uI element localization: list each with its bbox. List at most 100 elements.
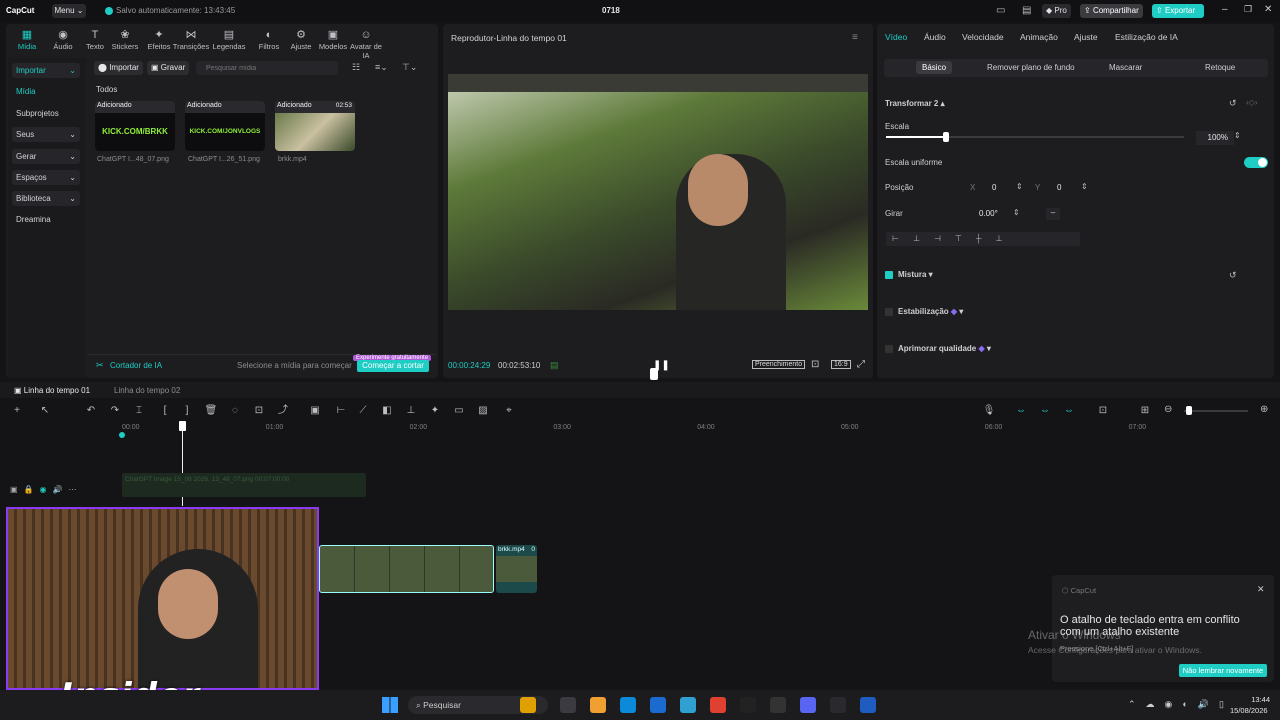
prop-tab-3[interactable]: Animação [1020,32,1058,42]
fullscreen-icon[interactable]: ⤢ [857,359,865,370]
toolbar-item-6[interactable]: ▤ Legendas [210,28,248,51]
timeline-tool-icon-8[interactable]: ◌ [228,404,242,418]
prop-tab-1[interactable]: Áudio [924,32,946,42]
taskbar-app-icon-9[interactable] [800,697,816,713]
y-stepper[interactable]: ⇕ [1081,182,1088,191]
timeline-right-icon-3[interactable]: ⇔ [1062,404,1076,418]
filter-icon[interactable]: ⊤⌄ [402,62,417,73]
player-menu-icon[interactable]: ≡ [852,32,858,43]
timeline-right-icon-2[interactable]: ⇔ [1038,404,1052,418]
start-icon[interactable] [382,697,398,713]
timeline-right-icon-5[interactable]: ⊞ [1138,404,1152,418]
prop-tab-0[interactable]: Vídeo [885,32,907,42]
in-marker[interactable] [119,432,125,438]
subtab-0[interactable]: Básico [916,61,953,74]
taskbar-app-icon-11[interactable] [860,697,876,713]
scale-handle[interactable] [942,132,949,142]
rotate-stepper[interactable]: ⇕ [1013,208,1020,217]
transform-heading[interactable]: Transformar 2 ▴ [885,99,945,108]
timeline-tool-icon-7[interactable]: 🗑 [204,404,218,418]
enhance-checkbox[interactable] [885,345,893,353]
stabilize-checkbox[interactable] [885,308,893,316]
image-clip[interactable]: ChatGPT Image 15_08 2026, 13_48_07.png 0… [122,473,366,497]
timeline-tool-icon-10[interactable]: ⤴ [276,404,290,418]
blend-checkbox[interactable] [885,271,893,279]
timeline-tool-icon-13[interactable]: ⟋ [356,404,370,418]
taskbar-app-icon-10[interactable] [830,697,846,713]
sidebar-item-5[interactable]: Espaços ⌄ [12,170,80,185]
search-input[interactable] [196,61,338,75]
timeline-tool-icon-9[interactable]: ⊡ [252,404,266,418]
media-card-1[interactable]: Adicionado KICK.COM/BRKK [95,101,175,151]
video-clip-2[interactable]: brkk.mp4 0 [496,545,537,593]
toast-dismiss-button[interactable]: Não lembrar novamente [1179,664,1267,677]
taskbar-app-icon-7[interactable] [740,697,756,713]
timeline-tool-icon-19[interactable]: ⌖ [502,404,516,418]
timeline-tool-icon-4[interactable]: ⌶ [132,404,146,418]
clock-date[interactable]: 15/08/2026 [1230,706,1268,715]
scale-slider[interactable] [886,136,1184,138]
timeline-tool-icon-14[interactable]: ◧ [380,404,394,418]
timeline-tool-icon-5[interactable]: [ [158,404,172,418]
timeline-tool-icon-11[interactable]: ▣ [308,404,322,418]
reset-icon[interactable]: ↺ [1229,98,1237,109]
tray-icons[interactable]: ⌃☁◉◐🔊▯ [1128,699,1234,710]
share-button[interactable]: ⇪ Compartilhar [1080,4,1143,18]
timeline-tool-icon-2[interactable]: ↶ [84,404,98,418]
timeline-tool-icon-3[interactable]: ↷ [108,404,122,418]
prop-tab-2[interactable]: Velocidade [962,32,1004,42]
timeline-tool-icon-15[interactable]: ⊥ [404,404,418,418]
taskbar-app-icon-0[interactable] [520,697,536,713]
scale-value[interactable]: 100% [1196,131,1234,145]
timeline-right-icon-1[interactable]: ⇔ [1014,404,1028,418]
timeline-tab-1[interactable]: ▣ Linha do tempo 01 [14,386,90,395]
media-card-2[interactable]: Adicionado KICK.COM/JONVLOGS [185,101,265,151]
taskbar-app-icon-1[interactable] [560,697,576,713]
toolbar-item-0[interactable]: ▦ Mídia [8,28,46,51]
timeline-tool-icon-16[interactable]: ✦ [428,404,442,418]
ratio-button[interactable]: 16:9 [831,360,851,369]
keyframe-icon[interactable]: ‹◇› [1246,98,1257,107]
clock-time[interactable]: 13:44 [1250,695,1270,704]
close-icon[interactable]: ✕ [1264,4,1272,15]
video-preview[interactable] [448,74,868,310]
maximize-icon[interactable]: ❐ [1244,4,1252,15]
timeline-tool-icon-17[interactable]: ▭ [452,404,466,418]
screen-icon[interactable]: ▤ [1022,5,1031,16]
sidebar-item-0[interactable]: Importar ⌄ [12,63,80,78]
sidebar-item-4[interactable]: Gerar ⌄ [12,149,80,164]
pro-button[interactable]: ◆ Pro [1042,4,1071,18]
subtab-3[interactable]: Retoque [1205,63,1235,72]
taskbar-app-icon-4[interactable] [650,697,666,713]
x-stepper[interactable]: ⇕ [1016,182,1023,191]
video-clip[interactable] [319,545,494,593]
start-cut-button[interactable]: Começar a cortar [357,360,429,372]
subtab-1[interactable]: Remover plano de fundo [987,63,1075,72]
sidebar-item-6[interactable]: Biblioteca ⌄ [12,191,80,206]
menu-button[interactable]: Menu ⌄ [52,4,86,18]
taskbar-app-icon-6[interactable] [710,697,726,713]
toolbar-item-3[interactable]: ❀ Stickers [106,28,144,51]
rotate-value[interactable]: 0.00° [979,209,998,218]
focus-icon[interactable]: ⊡ [811,359,819,370]
taskbar-app-icon-2[interactable] [590,697,606,713]
project-name[interactable]: 0718 [602,6,620,15]
rotate-button[interactable]: – [1046,208,1060,220]
scale-stepper[interactable]: ⇕ [1234,131,1241,140]
toolbar-item-5[interactable]: ⋈ Transições [172,28,210,51]
x-value[interactable]: 0 [992,183,996,192]
zoom-handle[interactable] [1186,406,1192,415]
view-grid-icon[interactable]: ☷ [352,62,360,73]
toast-close-icon[interactable]: ✕ [1257,584,1265,595]
media-card-3[interactable]: Adicionado 02:53 [275,101,355,151]
record-button[interactable]: ▣ Gravar [147,61,190,75]
timeline-tab-2[interactable]: Linha do tempo 02 [114,386,180,395]
export-button[interactable]: ⇧ Exportar [1152,4,1204,18]
prop-tab-4[interactable]: Ajuste [1074,32,1098,42]
timeline-tool-icon-0[interactable]: + [10,404,24,418]
playhead-handle[interactable] [179,421,186,431]
waveform-icon[interactable]: ▤ [550,360,559,371]
timeline-tool-icon-18[interactable]: ▨ [476,404,490,418]
y-value[interactable]: 0 [1057,183,1061,192]
minimize-icon[interactable]: – [1222,4,1228,15]
